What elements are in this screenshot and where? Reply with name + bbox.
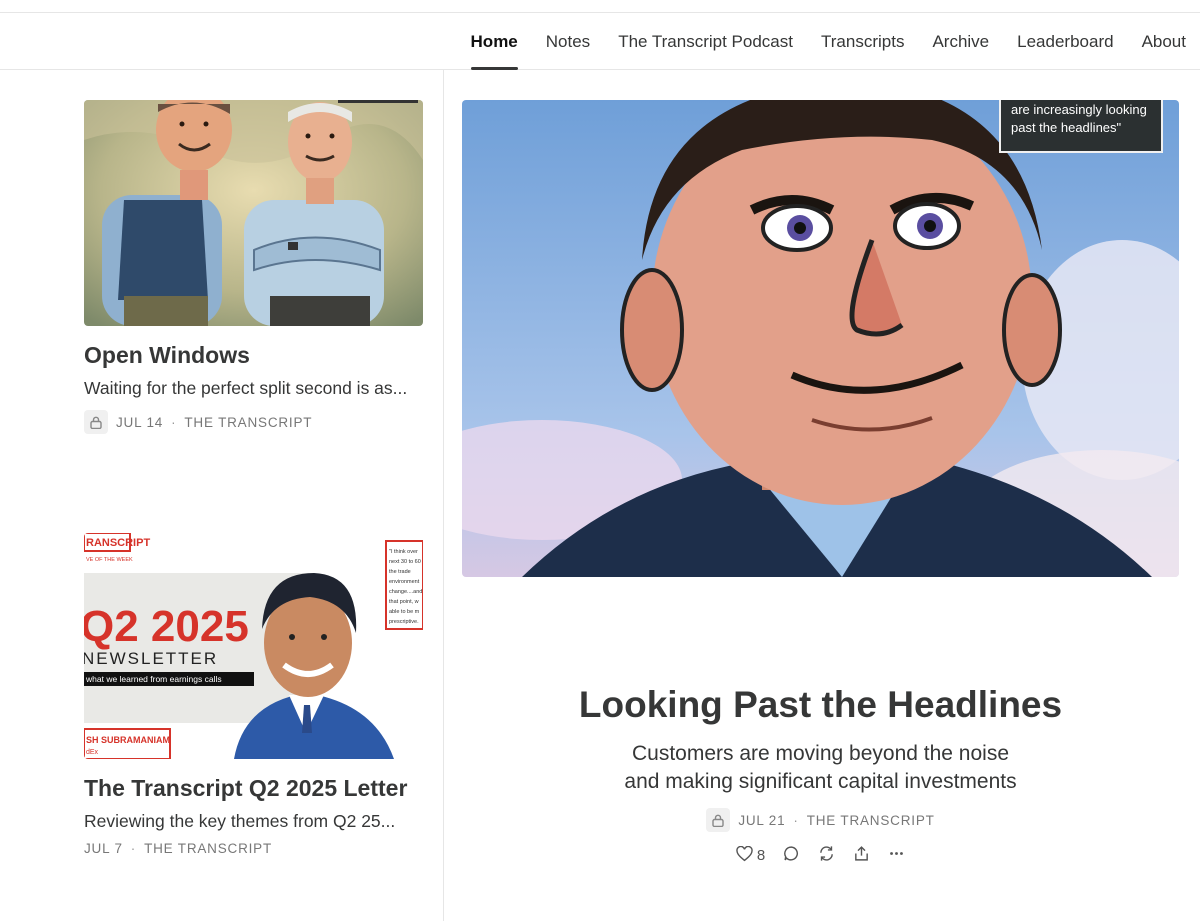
newsletter-cover-illustration: RANSCRIPT VE OF THE WEEK Q2 2025 NEWSLET… xyxy=(84,533,423,759)
nav-podcast[interactable]: The Transcript Podcast xyxy=(618,13,793,70)
image-quote-box: are increasingly looking past the headli… xyxy=(999,100,1163,153)
post-meta: JUL 14 · THE TRANSCRIPT xyxy=(84,410,423,434)
like-button[interactable]: 8 xyxy=(736,845,766,866)
nav-menu: Home Notes The Transcript Podcast Transc… xyxy=(470,13,1186,70)
cover-big-text: Q2 2025 xyxy=(84,602,249,651)
nav-notes[interactable]: Notes xyxy=(546,13,590,70)
post-subtitle: Reviewing the key themes from Q2 25... xyxy=(84,811,396,831)
heart-icon xyxy=(736,845,753,866)
lock-icon xyxy=(706,808,731,832)
post-subtitle: Waiting for the perfect split second is … xyxy=(84,378,408,398)
comment-icon xyxy=(783,845,800,866)
nav-leaderboard[interactable]: Leaderboard xyxy=(1017,13,1113,70)
like-count: 8 xyxy=(756,847,766,864)
featured-post-subtitle: Customers are moving beyond the noise an… xyxy=(462,740,1179,796)
post-thumbnail[interactable]: RANSCRIPT VE OF THE WEEK Q2 2025 NEWSLET… xyxy=(84,533,423,759)
restack-icon xyxy=(818,845,835,866)
post-date: JUL 7 xyxy=(84,841,123,856)
cover-brand: RANSCRIPT xyxy=(86,537,150,549)
featured-post-image[interactable]: are increasingly looking past the headli… xyxy=(462,100,1179,577)
cover-tagline: VE OF THE WEEK xyxy=(86,557,133,563)
subtitle-line: and making significant capital investmen… xyxy=(624,770,1017,793)
post-actions: 8 xyxy=(462,845,1179,866)
nav-transcripts[interactable]: Transcripts xyxy=(821,13,904,70)
nav-about[interactable]: About xyxy=(1142,13,1186,70)
featured-post-meta: JUL 21 · THE TRANSCRIPT xyxy=(462,808,1179,832)
cover-company: dEx xyxy=(86,749,99,756)
image-quote-line: past the headlines" xyxy=(1011,120,1122,135)
subtitle-line: Customers are moving beyond the noise xyxy=(631,742,1010,765)
nav-home[interactable]: Home xyxy=(470,13,519,70)
comment-button[interactable] xyxy=(783,845,800,866)
meta-separator: · xyxy=(130,841,137,856)
man-portrait-illustration xyxy=(462,100,1179,577)
more-options-button[interactable] xyxy=(888,845,905,866)
post-author[interactable]: THE TRANSCRIPT xyxy=(184,415,312,430)
featured-post-title[interactable]: Looking Past the Headlines xyxy=(462,684,1179,726)
restack-button[interactable] xyxy=(818,845,835,866)
ellipsis-icon xyxy=(888,845,905,866)
post-title[interactable]: The Transcript Q2 2025 Letter xyxy=(84,775,423,802)
post-author[interactable]: THE TRANSCRIPT xyxy=(144,841,272,856)
meta-separator: · xyxy=(793,812,799,828)
lock-icon xyxy=(84,410,108,434)
cover-caption: what we learned from earnings calls xyxy=(85,674,222,684)
post-thumbnail[interactable] xyxy=(84,100,423,326)
nav-archive[interactable]: Archive xyxy=(932,13,989,70)
cover-newsletter: NEWSLETTER xyxy=(84,649,218,668)
post-author[interactable]: THE TRANSCRIPT xyxy=(807,813,935,828)
meta-separator: · xyxy=(171,414,177,430)
share-icon xyxy=(853,845,870,866)
post-date: JUL 21 xyxy=(738,812,786,828)
share-button[interactable] xyxy=(853,845,870,866)
column-divider xyxy=(443,70,444,921)
cover-name: SH SUBRAMANIAM xyxy=(86,735,170,745)
post-date: JUL 14 xyxy=(116,414,164,430)
post-card-q2-letter[interactable]: RANSCRIPT VE OF THE WEEK Q2 2025 NEWSLET… xyxy=(84,533,423,856)
post-meta: JUL 7 · THE TRANSCRIPT xyxy=(84,841,423,856)
top-navigation: Home Notes The Transcript Podcast Transc… xyxy=(0,13,1200,70)
image-quote-line: are increasingly looking xyxy=(1011,102,1147,117)
two-men-illustration xyxy=(84,100,423,326)
post-title[interactable]: Open Windows xyxy=(84,342,423,369)
post-card-open-windows[interactable]: Open Windows Waiting for the perfect spl… xyxy=(84,100,423,434)
